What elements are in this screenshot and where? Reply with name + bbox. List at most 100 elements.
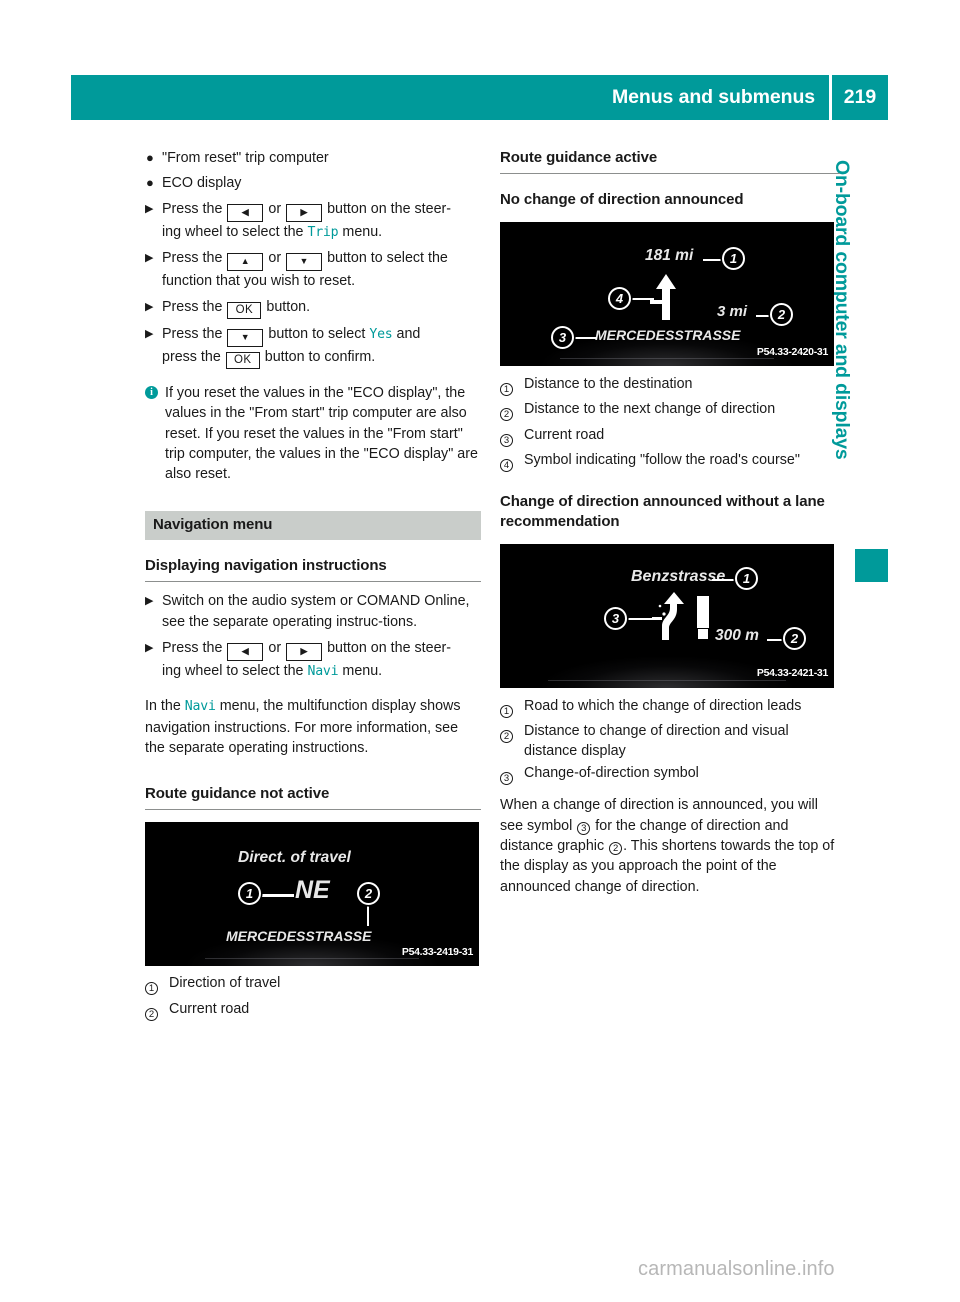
figure-change-of-direction-announced: Benzstrasse 1 3 300 m 2 P54.33-2421-31 [500,543,834,688]
step-pre: Press the [162,298,223,315]
legend-number-wrap: 2 [500,721,524,745]
menu-name-navi: Navi [184,699,216,715]
legend-item: 1 Distance to the destination [500,374,840,398]
figure-reference-code: P54.33-2420-31 [756,345,828,358]
leader-line [575,337,597,340]
bullet-text: ECO display [162,175,242,192]
figure-callout-4: 4 [608,287,631,310]
legend-item: 3 Current road [500,425,840,449]
figure-route-guidance-not-active: Direct. of travel NE MERCEDESSTRASSE 1 2… [145,822,479,967]
figure-current-road: MERCEDESSTRASSE [226,928,372,945]
figure-direction-value: NE [295,876,330,905]
visual-distance-bar-tip [697,627,709,640]
figure-distance-to-next-change: 3 mi [717,303,748,320]
subheading-route-guidance-active: Route guidance active [500,149,658,166]
step-pre: Press the [162,200,223,217]
subheading-displaying-navigation-instructions: Displaying navigation instructions [145,557,387,575]
legend-text: Road to which the change of direction le… [524,697,802,714]
ok-key-icon[interactable]: OK [225,351,260,369]
legend-number-wrap: 1 [145,973,169,997]
step-mid: or [268,200,282,217]
legend-number: 1 [500,704,513,718]
ok-key-icon[interactable]: OK [227,301,262,319]
legend-number-wrap: 2 [500,399,524,423]
leader-line [261,894,294,897]
left-arrow-key-icon[interactable]: ◀ [227,643,264,662]
figure-reference-code: P54.33-2419-31 [401,946,473,959]
right-arrow-key-icon[interactable]: ▶ [286,203,323,222]
instruction-step: ▶ Press the ◀ or ▶ button on the steer- … [145,638,481,682]
step-post: button. [266,298,311,315]
page-header: Menus and submenus 219 [71,75,888,120]
step-arrow-marker: ▶ [145,642,154,655]
step-post: button to select the [327,249,448,266]
header-title-box: Menus and submenus [71,75,829,120]
step-line2-pre: ing wheel to select the [162,663,304,680]
up-arrow-key-icon[interactable]: ▲ [227,252,264,271]
display-road-line [205,958,419,960]
paragraph-part1: In the [145,698,181,715]
down-arrow-key-icon[interactable]: ▼ [227,328,264,347]
follow-road-arrow-icon [650,274,676,320]
step-arrow-marker: ▶ [145,202,154,215]
step-mid: or [268,249,282,266]
figure-callout-2: 2 [357,882,380,906]
step-arrow-marker: ▶ [145,300,154,313]
right-column: Route guidance active No change of direc… [500,148,840,897]
menu-name-trip: Trip [307,224,339,240]
figure-callout-3: 3 [551,326,574,349]
figure-no-change-of-direction: 181 mi 1 4 3 mi 2 MERCEDESSTRASSE 3 P54.… [500,222,834,366]
legend-number-wrap: 3 [500,763,524,787]
step-line2-pre: press the [162,348,221,365]
step-mid: or [268,640,282,657]
instruction-step: ▶ Press the OK button. [145,297,481,319]
list-item: ● ECO display [145,173,481,193]
legend-number: 3 [500,433,513,447]
legend-text: Change-of-direction symbol [524,764,699,781]
left-arrow-key-icon[interactable]: ◀ [227,203,264,222]
figure-reference-code: P54.33-2421-31 [756,667,828,680]
heading-rule [145,809,481,811]
legend-text: Distance to the next change of direction [524,401,776,418]
legend-number: 1 [500,383,513,396]
step-text: Press the ▼ button to select Yes and pre… [162,324,481,369]
legend-number: 2 [145,1007,158,1021]
legend-item: 4 Symbol indicating "follow the road's c… [500,450,840,474]
legend-number: 1 [145,982,158,996]
subheading-no-change-of-direction: No change of direction announced [500,191,744,208]
legend-item: 3 Change-of-direction symbol [500,763,840,787]
step-arrow-marker: ▶ [145,251,154,264]
page-title: Menus and submenus [612,86,815,108]
info-icon: i [145,385,158,399]
down-arrow-key-icon[interactable]: ▼ [286,252,323,271]
subheading-change-of-direction-announced: Change of direction announced without a … [500,492,825,530]
step-post: button on the steer- [327,200,452,217]
step-line2-post: button to confirm. [264,348,376,365]
figure-title-direction-of-travel: Direct. of travel [238,849,351,867]
left-column: ● "From reset" trip computer ● ECO displ… [145,148,481,1024]
right-arrow-key-icon[interactable]: ▶ [286,643,323,662]
info-note-text: If you reset the values in the "ECO disp… [165,384,478,483]
list-item: ● "From reset" trip computer [145,148,481,168]
figure-callout-1: 1 [238,882,261,906]
info-note: i If you reset the values in the "ECO di… [145,383,481,485]
info-icon-wrap: i [145,383,165,399]
step-line2-post: menu. [342,663,383,680]
step-post: button to select [268,325,366,342]
legend-number-wrap: 3 [500,425,524,449]
figure-callout-1: 1 [735,566,758,590]
figure-distance-to-change: 300 m [715,626,759,644]
navi-paragraph: In the Navi menu, the multifunction disp… [145,696,481,758]
display-road-line [548,679,786,681]
header-page-box: 219 [832,75,888,120]
step-pre: Press the [162,640,223,657]
section-heading-navigation-menu: Navigation menu [145,510,481,541]
page-number: 219 [843,86,877,108]
legend-item: 2 Current road [145,999,481,1023]
step-post: button on the steer- [327,640,452,657]
step-tail: and [396,325,421,342]
step-text: Press the ▲ or ▼ button to select the fu… [162,248,481,292]
subheading-route-guidance-not-active: Route guidance not active [145,785,330,803]
step-text: Press the OK button. [162,297,481,319]
change-of-direction-arrow-icon [652,591,684,640]
